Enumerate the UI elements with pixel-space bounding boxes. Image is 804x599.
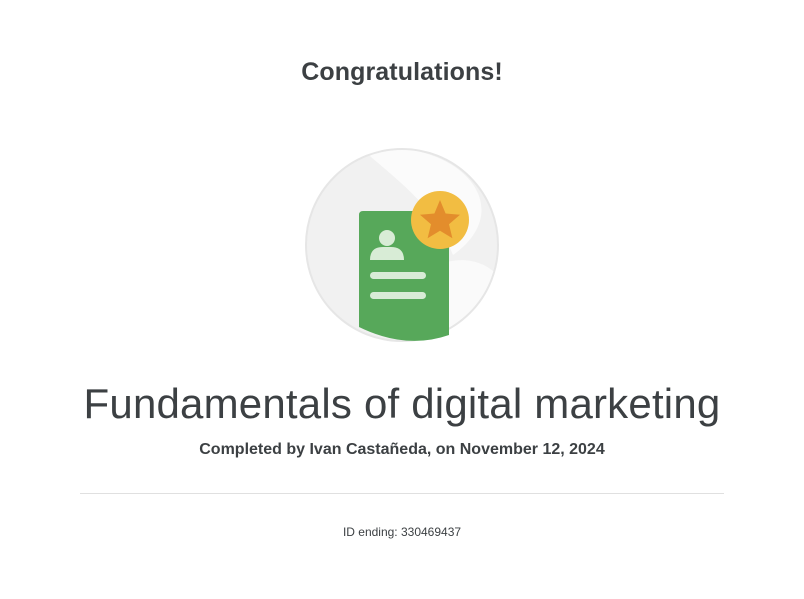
certificate-id: ID ending: 330469437 <box>342 525 462 539</box>
completion-statement: Completed by Ivan Castañeda, on November… <box>199 441 605 458</box>
certificate-badge-icon <box>303 145 503 345</box>
certificate-page: Congratulations! Fundamentals of digital… <box>0 0 804 599</box>
course-title: Fundamentals of digital marketing <box>83 380 721 427</box>
divider <box>80 493 724 494</box>
congratulations-heading: Congratulations! <box>301 58 503 86</box>
